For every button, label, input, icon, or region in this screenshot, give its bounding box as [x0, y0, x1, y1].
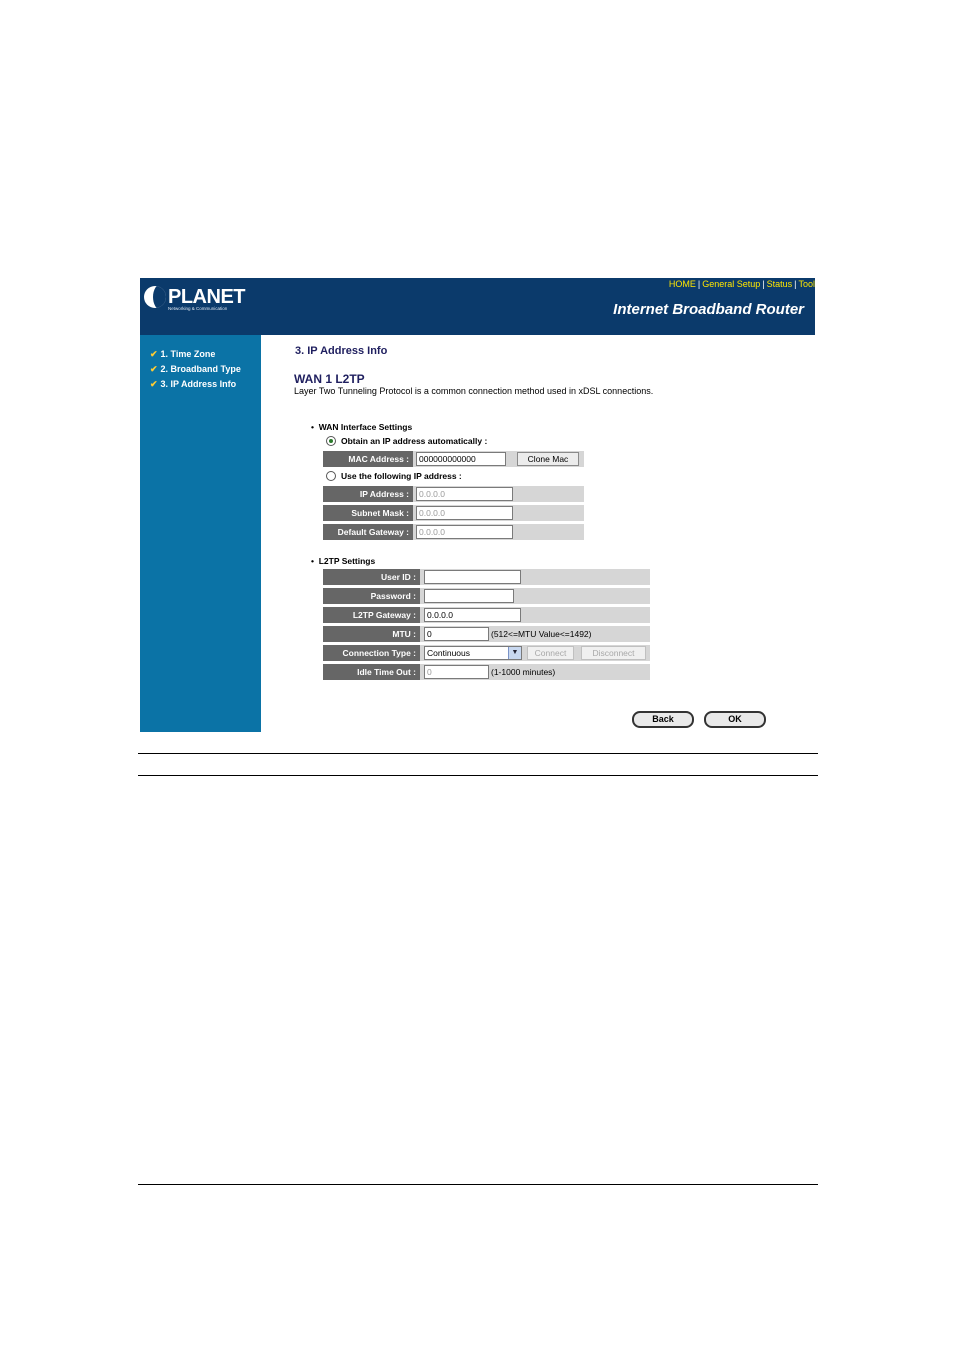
subnet-mask-label: Subnet Mask :: [323, 505, 413, 521]
nav-general-setup-link[interactable]: General Setup: [702, 279, 760, 289]
ip-address-input[interactable]: 0.0.0.0: [416, 487, 513, 501]
planet-logo-icon: [144, 286, 166, 308]
subnet-mask-row: Subnet Mask : 0.0.0.0: [323, 505, 584, 521]
radio-icon[interactable]: [326, 471, 336, 481]
sidebar-step-ip-address-info[interactable]: ✔ 3. IP Address Info: [150, 379, 236, 390]
sidebar-step-time-zone[interactable]: ✔ 1. Time Zone: [150, 349, 215, 360]
mtu-input[interactable]: 0: [424, 627, 489, 641]
mac-address-input[interactable]: 000000000000: [416, 452, 506, 466]
nav-home-link[interactable]: HOME: [669, 279, 696, 289]
wan-description: Layer Two Tunneling Protocol is a common…: [294, 386, 654, 396]
radio-icon[interactable]: [326, 436, 336, 446]
ip-address-row: IP Address : 0.0.0.0: [323, 486, 584, 502]
wan-title: WAN 1 L2TP: [294, 372, 365, 386]
wizard-sidebar: ✔ 1. Time Zone ✔ 2. Broadband Type ✔ 3. IP …: [140, 335, 261, 732]
use-following-option[interactable]: Use the following IP address :: [326, 471, 462, 481]
idle-time-out-input[interactable]: 0: [424, 665, 489, 679]
back-button[interactable]: Back: [632, 711, 694, 728]
idle-time-out-label: Idle Time Out :: [323, 664, 420, 680]
l2tp-gateway-input[interactable]: 0.0.0.0: [424, 608, 521, 622]
default-gateway-label: Default Gateway :: [323, 524, 413, 540]
subnet-mask-input[interactable]: 0.0.0.0: [416, 506, 513, 520]
section-title: 3. IP Address Info: [295, 345, 388, 357]
password-label: Password :: [323, 588, 420, 604]
ip-address-label: IP Address :: [323, 486, 413, 502]
planet-logo: PLANET: [144, 286, 246, 308]
brand-name: PLANET: [168, 286, 246, 308]
check-icon: ✔: [150, 349, 158, 359]
default-gateway-row: Default Gateway : 0.0.0.0: [323, 524, 584, 540]
footer-divider-line: [138, 1184, 818, 1185]
nav-status-link[interactable]: Status: [767, 279, 793, 289]
connection-type-label: Connection Type :: [323, 645, 420, 661]
top-nav: HOME | General Setup | Status | Tool: [668, 279, 815, 289]
obtain-auto-option[interactable]: Obtain an IP address automatically :: [326, 436, 487, 446]
divider-line: [138, 775, 818, 776]
password-row: Password :: [323, 588, 650, 604]
l2tp-settings-heading: • L2TP Settings: [311, 556, 376, 566]
l2tp-gateway-label: L2TP Gateway :: [323, 607, 420, 623]
mtu-label: MTU :: [323, 626, 420, 642]
router-ui-screenshot: PLANET Networking & Communication HOME | G…: [140, 278, 815, 732]
user-id-label: User ID :: [323, 569, 420, 585]
product-title: Internet Broadband Router: [613, 301, 804, 318]
main-content: 3. IP Address Info WAN 1 L2TP Layer Two …: [261, 335, 815, 732]
brand-tagline: Networking & Communication: [168, 306, 228, 311]
dropdown-arrow-icon: ▼: [508, 647, 521, 659]
nav-tool-link[interactable]: Tool: [798, 279, 815, 289]
ok-button[interactable]: OK: [704, 711, 766, 728]
divider-line: [138, 753, 818, 754]
mac-address-label: MAC Address :: [323, 451, 413, 467]
idle-time-out-hint: (1-1000 minutes): [491, 667, 556, 677]
mtu-row: MTU : 0 (512<=MTU Value<=1492): [323, 626, 650, 642]
connect-button[interactable]: Connect: [527, 646, 574, 660]
header-bar: PLANET Networking & Communication HOME | G…: [140, 278, 815, 335]
mac-address-row: MAC Address : 000000000000 Clone Mac: [323, 451, 584, 467]
connection-type-row: Connection Type : Continuous ▼ Connect D…: [323, 645, 650, 661]
disconnect-button[interactable]: Disconnect: [581, 646, 646, 660]
user-id-input[interactable]: [424, 570, 521, 584]
idle-time-out-row: Idle Time Out : 0 (1-1000 minutes): [323, 664, 650, 680]
user-id-row: User ID :: [323, 569, 650, 585]
connection-type-select[interactable]: Continuous ▼: [424, 646, 522, 660]
password-input[interactable]: [424, 589, 514, 603]
mtu-hint: (512<=MTU Value<=1492): [491, 629, 592, 639]
wan-settings-heading: • WAN Interface Settings: [311, 422, 413, 432]
sidebar-step-broadband-type[interactable]: ✔ 2. Broadband Type: [150, 364, 241, 375]
l2tp-gateway-row: L2TP Gateway : 0.0.0.0: [323, 607, 650, 623]
check-icon: ✔: [150, 379, 158, 389]
default-gateway-input[interactable]: 0.0.0.0: [416, 525, 513, 539]
check-icon: ✔: [150, 364, 158, 374]
clone-mac-button[interactable]: Clone Mac: [517, 452, 579, 466]
